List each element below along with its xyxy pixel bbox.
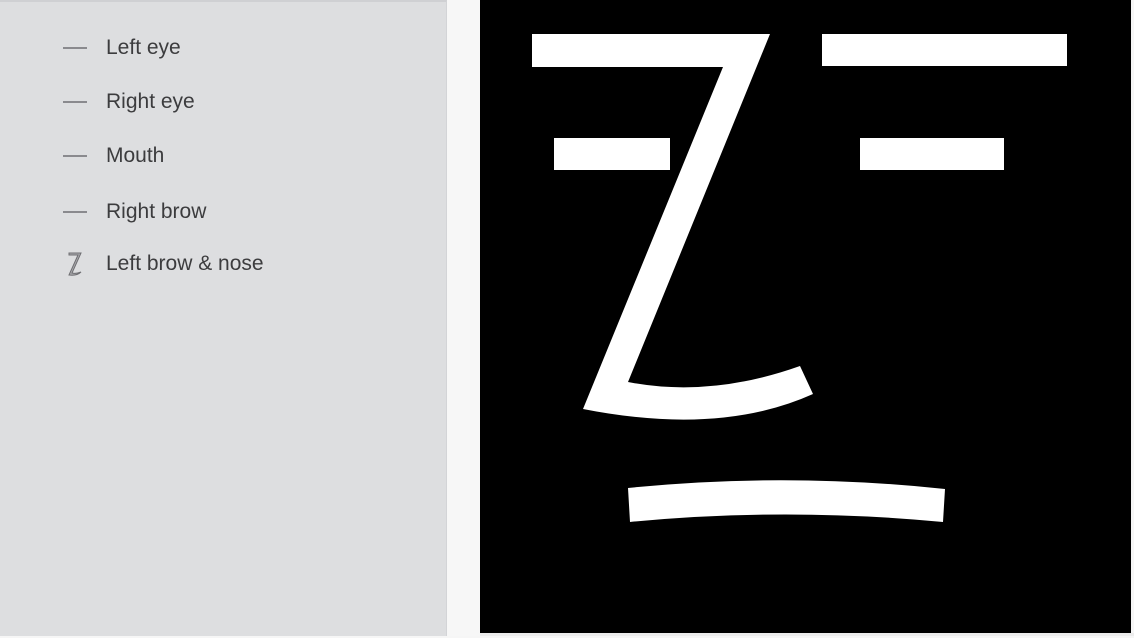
layer-label: Left eye (106, 36, 181, 59)
layer-label: Left brow & nose (106, 252, 264, 275)
layer-label: Right brow (106, 200, 207, 223)
right-brow-shape[interactable] (822, 34, 1067, 66)
layer-item-left-brow-and-nose[interactable]: Left brow & nose (60, 249, 420, 279)
line-shape-icon (60, 197, 90, 227)
left-eye-shape[interactable] (554, 138, 670, 170)
mouth-shape[interactable] (628, 480, 945, 522)
layers-sidebar: Left eye Right eye Mouth Right brow Left… (0, 0, 447, 636)
artboard-canvas[interactable] (480, 0, 1131, 633)
layer-item-right-brow[interactable]: Right brow (60, 197, 420, 227)
panel-divider (447, 0, 480, 636)
layer-item-left-eye[interactable]: Left eye (60, 33, 420, 63)
layer-label: Mouth (106, 144, 165, 167)
layer-item-right-eye[interactable]: Right eye (60, 87, 420, 117)
right-eye-shape[interactable] (860, 138, 1004, 170)
left-brow-and-nose-shape[interactable] (532, 34, 813, 420)
layer-label: Right eye (106, 90, 195, 113)
line-shape-icon (60, 141, 90, 171)
zigzag-shape-icon (60, 249, 90, 279)
face-illustration (532, 34, 1067, 522)
layer-item-mouth[interactable]: Mouth (60, 141, 420, 171)
line-shape-icon (60, 33, 90, 63)
line-shape-icon (60, 87, 90, 117)
